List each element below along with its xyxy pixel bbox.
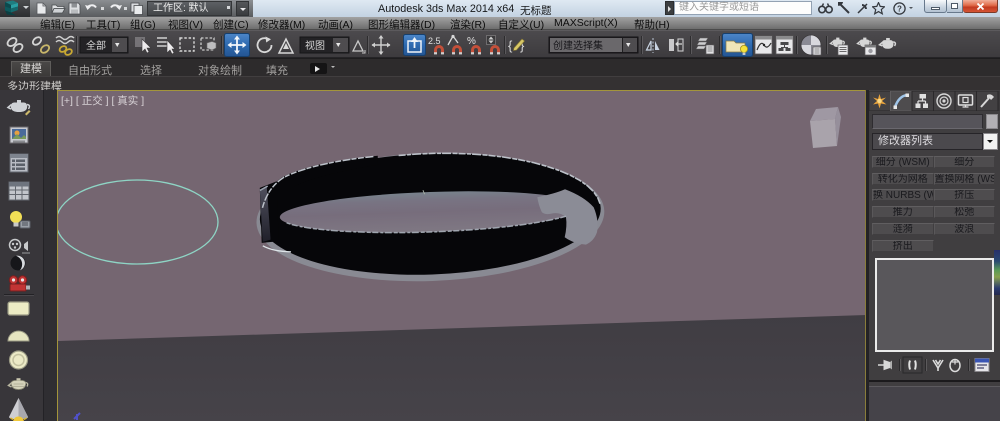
svg-text:[+] [ 正交 ] [ 真实 ]: [+] [ 正交 ] [ 真实 ]: [61, 94, 144, 107]
svg-text:?: ?: [897, 4, 902, 13]
svg-text:创建选择集: 创建选择集: [553, 39, 603, 52]
svg-text:{: {: [508, 38, 513, 53]
svg-text:2.5: 2.5: [428, 36, 441, 46]
svg-text:视图: 视图: [305, 39, 325, 52]
svg-text:全部: 全部: [86, 39, 106, 52]
